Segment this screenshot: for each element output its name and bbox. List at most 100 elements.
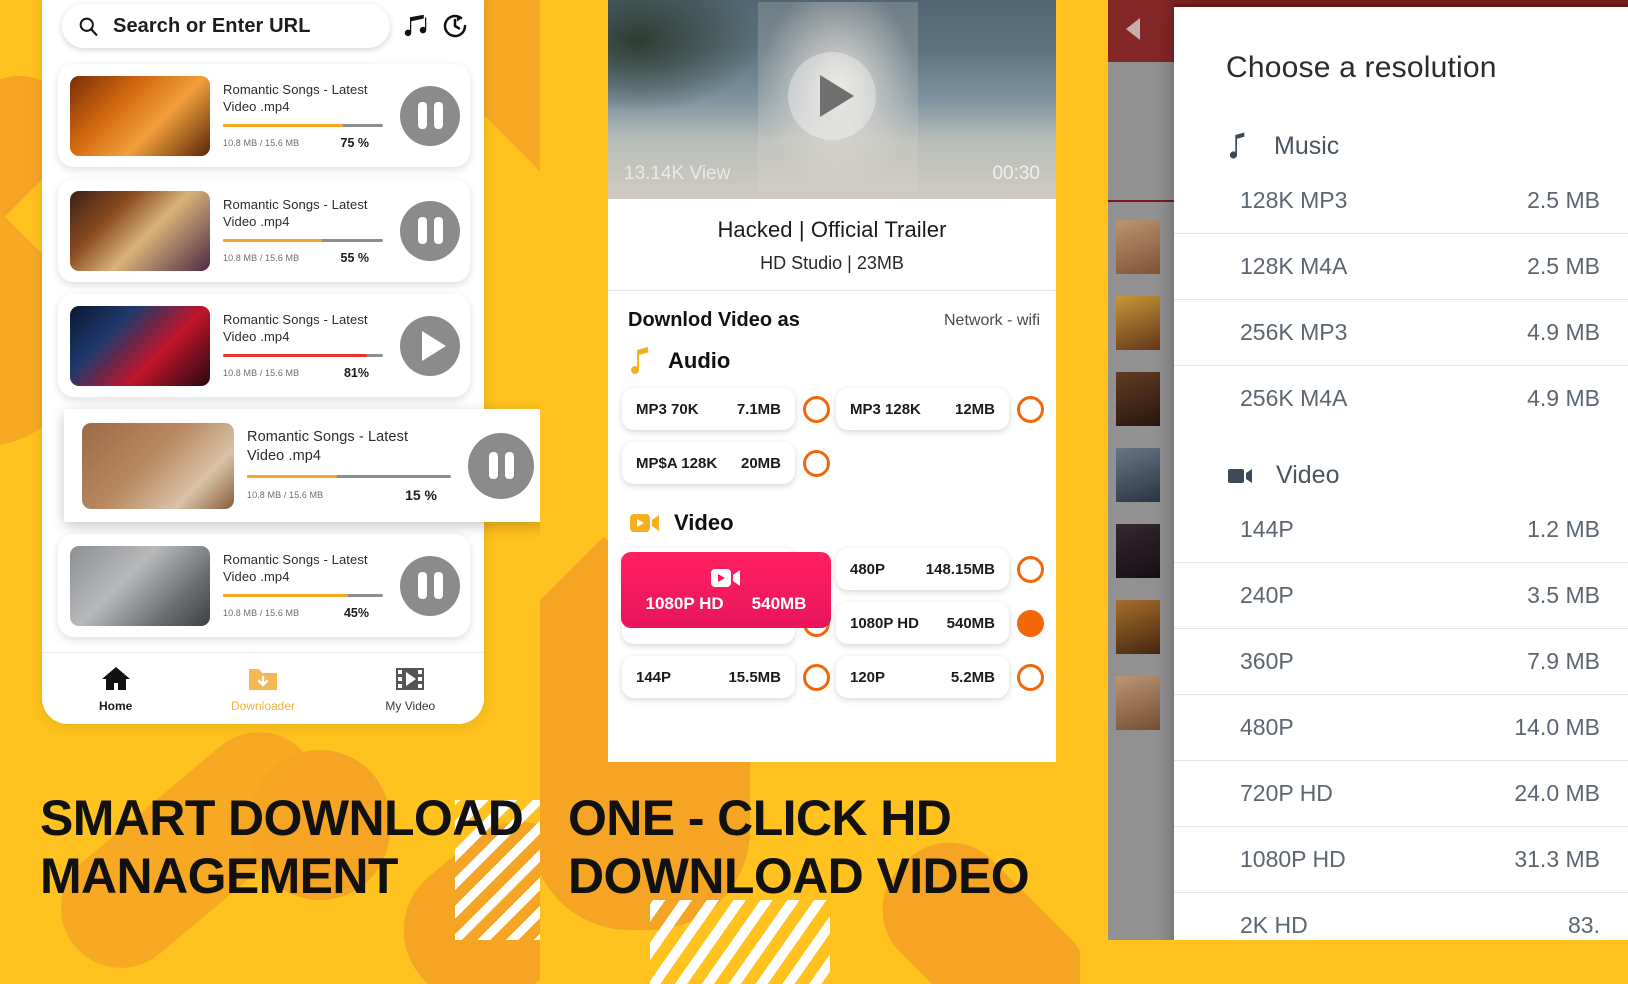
search-icon (79, 17, 98, 36)
video-option[interactable]: 120P 5.2MB (836, 656, 1048, 698)
film-play-icon (396, 667, 425, 690)
play-circle-icon[interactable] (788, 51, 876, 140)
audio-option-pill[interactable]: MP3 128K 12MB (836, 388, 1009, 430)
search-placeholder-text: Search or Enter URL (113, 14, 311, 37)
download-size: 10.8 MB / 15.6 MB (223, 608, 300, 619)
download-title: Romantic Songs - Latest Video .mp4 (223, 311, 368, 344)
pause-button[interactable] (400, 555, 460, 616)
music-note-icon[interactable] (400, 11, 430, 41)
play-button[interactable] (400, 315, 460, 376)
audio-option-radio[interactable] (1017, 395, 1044, 423)
video-resolution-list: 144P 1.2 MB 240P 3.5 MB 360P 7.9 MB 480P 14.0 M… (1174, 496, 1628, 940)
video-option-size: 148.15MB (925, 560, 995, 578)
dialog-title: Choose a resolution (1226, 51, 1497, 84)
music-resolution-size: 2.5 MB (1527, 186, 1600, 213)
download-percent: 81% (343, 366, 369, 381)
video-resolution-size: 7.9 MB (1527, 648, 1600, 674)
bottom-tab-bar: Home Downloader My Video (42, 652, 484, 724)
download-meta: 10.8 MB / 15.6 MB 75 % (223, 136, 383, 150)
audio-option-pill[interactable]: MP3 70K 7.1MB (622, 388, 795, 430)
video-resolution-name: 144P (1240, 515, 1294, 542)
video-resolution-row[interactable]: 1080P HD 31.3 MB (1174, 826, 1628, 892)
video-option-row: 144P 15.5MB 120P 5.2MB (622, 656, 1048, 698)
music-resolution-row[interactable]: 128K M4A 2.5 MB (1174, 233, 1628, 299)
video-option[interactable]: 480P 148.15MB (836, 548, 1048, 590)
video-section-header: Video (608, 496, 1056, 542)
audio-option-radio[interactable] (803, 395, 830, 423)
download-size: 10.8 MB / 15.6 MB (223, 138, 300, 149)
download-meta: 10.8 MB / 15.6 MB 15 % (247, 487, 451, 503)
music-resolution-row[interactable]: 128K MP3 2.5 MB (1174, 167, 1628, 233)
download-item[interactable]: Romantic Songs - Latest Video .mp4 10.8 M… (58, 64, 470, 167)
video-option-pill[interactable]: 1080P HD 540MB (836, 602, 1009, 644)
video-option-name: 120P (850, 668, 886, 686)
video-resolution-row[interactable]: 240P 3.5 MB (1174, 562, 1628, 628)
history-refresh-icon[interactable] (440, 11, 470, 41)
download-percent: 55 % (340, 251, 370, 266)
pause-button[interactable] (400, 200, 460, 261)
audio-option[interactable]: MP$A 128K 20MB (622, 442, 834, 484)
music-resolution-size: 4.9 MB (1527, 319, 1600, 345)
download-item[interactable]: Romantic Songs - Latest Video .mp4 10.8 M… (64, 409, 540, 522)
video-resolution-name: 2K HD (1240, 912, 1308, 938)
audio-option[interactable]: MP3 70K 7.1MB (622, 388, 834, 430)
download-item[interactable]: Romantic Songs - Latest Video .mp4 10.8 M… (58, 294, 470, 397)
promo-screenshot: Search or Enter URL Romantic Songs - Lat… (0, 0, 1628, 984)
video-resolution-row[interactable]: 360P 7.9 MB (1174, 628, 1628, 694)
video-resolution-row[interactable]: 144P 1.2 MB (1174, 496, 1628, 562)
audio-option-pill[interactable]: MP$A 128K 20MB (622, 442, 795, 484)
music-resolution-row[interactable]: 256K MP3 4.9 MB (1174, 299, 1628, 365)
audio-option-row: MP3 70K 7.1MB MP3 128K 12MB (622, 388, 1048, 430)
download-size: 10.8 MB / 15.6 MB (223, 253, 300, 264)
download-info: Romantic Songs - Latest Video .mp4 10.8 M… (223, 551, 387, 620)
music-section-header: Music (1174, 85, 1628, 161)
download-as-header: Downlod Video as Network - wifi (608, 291, 1056, 332)
panel-resolution-dialog: 15 V s Choose a resolution (1080, 0, 1628, 984)
video-option-radio[interactable] (1017, 609, 1044, 637)
download-item[interactable]: Romantic Songs - Latest Video .mp4 10.8 M… (58, 179, 470, 282)
download-title: Romantic Songs - Latest Video .mp4 (223, 551, 368, 584)
download-size: 10.8 MB / 15.6 MB (223, 368, 300, 379)
tab-my-video-label: My Video (385, 698, 436, 713)
pause-button[interactable] (468, 432, 534, 499)
video-option-pill[interactable]: 144P 15.5MB (622, 656, 795, 698)
video-option[interactable]: 1080P HD 540MB (836, 602, 1048, 644)
video-option-radio[interactable] (803, 663, 830, 691)
caption-line-2: MANAGEMENT (40, 848, 398, 904)
audio-option[interactable]: MP3 128K 12MB (836, 388, 1048, 430)
selected-quality-tooltip: 1080P HD 540MB (621, 552, 831, 628)
download-thumbnail (70, 305, 210, 386)
video-resolution-row[interactable]: 720P HD 24.0 MB (1174, 760, 1628, 826)
progress-bar (223, 124, 383, 128)
download-thumbnail (70, 545, 210, 626)
audio-options-grid: MP3 70K 7.1MB MP3 128K 12MB MP$A 128K 20MB (608, 382, 1056, 484)
video-option-radio[interactable] (1017, 555, 1044, 583)
tab-home[interactable]: Home (42, 665, 189, 713)
video-option-pill[interactable]: 480P 148.15MB (836, 548, 1009, 590)
video-option[interactable]: 144P 15.5MB (622, 656, 834, 698)
music-resolution-size: 4.9 MB (1527, 385, 1600, 411)
download-item[interactable]: Romantic Songs - Latest Video .mp4 10.8 M… (58, 534, 470, 637)
video-resolution-row[interactable]: 2K HD 83. (1174, 892, 1628, 940)
video-option-pill[interactable]: 120P 5.2MB (836, 656, 1009, 698)
video-camera-icon (711, 568, 740, 587)
tooltip-row: 1080P HD 540MB (646, 594, 807, 614)
video-preview[interactable]: 13.14K View 00:30 (608, 0, 1056, 199)
audio-option-size: 12MB (954, 400, 995, 418)
download-thumbnail (70, 75, 210, 156)
audio-option (836, 442, 1048, 484)
video-resolution-row[interactable]: 480P 14.0 MB (1174, 694, 1628, 760)
music-section-label: Music (1274, 131, 1340, 160)
download-meta: 10.8 MB / 15.6 MB 81% (223, 366, 383, 380)
music-resolution-row[interactable]: 256K M4A 4.9 MB (1174, 365, 1628, 431)
search-input[interactable]: Search or Enter URL (62, 4, 390, 48)
video-title: Hacked | Official Trailer (717, 217, 947, 242)
video-option-radio[interactable] (1017, 663, 1044, 691)
play-icon (421, 330, 446, 361)
video-option-name: 480P (850, 560, 886, 578)
music-resolution-name: 256K M4A (1240, 385, 1348, 411)
tab-downloader[interactable]: Downloader (189, 665, 336, 713)
pause-button[interactable] (400, 85, 460, 146)
tab-my-video[interactable]: My Video (337, 665, 484, 713)
audio-option-radio[interactable] (803, 449, 830, 477)
